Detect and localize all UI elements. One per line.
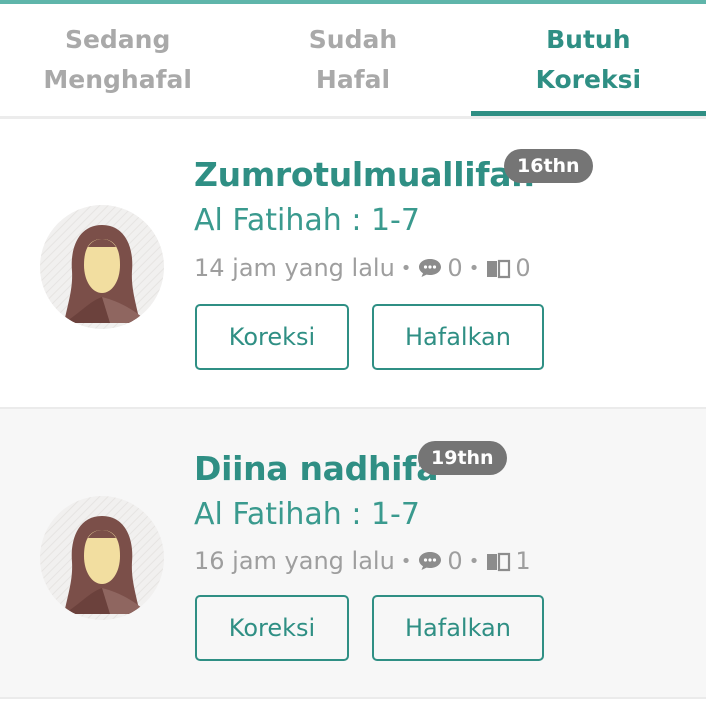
separator-dot: • bbox=[468, 257, 480, 279]
hijab-avatar-icon bbox=[40, 496, 164, 620]
comment-icon bbox=[419, 259, 442, 277]
list-divider bbox=[0, 697, 706, 699]
student-name[interactable]: Diina nadhifa bbox=[194, 449, 438, 488]
separator-dot: • bbox=[468, 550, 480, 572]
separator-dot: • bbox=[400, 257, 412, 279]
entry-meta: 16 jam yang lalu • 0 • 1 bbox=[194, 547, 531, 575]
hafalkan-button[interactable]: Hafalkan bbox=[372, 595, 544, 661]
koreksi-button[interactable]: Koreksi bbox=[195, 304, 349, 370]
tab-label: Sedang Menghafal bbox=[43, 25, 192, 94]
age-badge: 16thn bbox=[504, 149, 593, 183]
timestamp: 14 jam yang lalu bbox=[194, 254, 395, 282]
surah-range: Al Fatihah : 1-7 bbox=[194, 203, 420, 238]
tab-label: Butuh Koreksi bbox=[535, 25, 642, 94]
comment-icon bbox=[419, 552, 442, 570]
tab-label: Sudah Hafal bbox=[308, 25, 398, 94]
comment-count: 0 bbox=[447, 254, 463, 282]
separator-dot: • bbox=[400, 550, 412, 572]
book-icon bbox=[487, 552, 511, 572]
comment-count: 0 bbox=[447, 547, 463, 575]
tab-butuh-koreksi[interactable]: Butuh Koreksi bbox=[470, 4, 706, 116]
tab-sudah-hafal[interactable]: Sudah Hafal bbox=[235, 4, 470, 116]
read-count: 1 bbox=[515, 547, 531, 575]
koreksi-button[interactable]: Koreksi bbox=[195, 595, 349, 661]
book-icon bbox=[487, 259, 511, 279]
surah-range: Al Fatihah : 1-7 bbox=[194, 497, 420, 532]
list-item[interactable]: Diina nadhifa 19thn Al Fatihah : 1-7 16 … bbox=[0, 409, 706, 697]
tab-sedang-menghafal[interactable]: Sedang Menghafal bbox=[0, 4, 235, 116]
age-badge: 19thn bbox=[418, 441, 507, 475]
student-name[interactable]: Zumrotulmuallifah bbox=[194, 155, 535, 194]
hafalkan-button[interactable]: Hafalkan bbox=[372, 304, 544, 370]
entry-meta: 14 jam yang lalu • 0 • 0 bbox=[194, 254, 531, 282]
tab-bar: Sedang Menghafal Sudah Hafal Butuh Korek… bbox=[0, 4, 706, 116]
hijab-avatar-icon bbox=[40, 205, 164, 329]
timestamp: 16 jam yang lalu bbox=[194, 547, 395, 575]
list-item[interactable]: Zumrotulmuallifah 16thn Al Fatihah : 1-7… bbox=[0, 119, 706, 407]
read-count: 0 bbox=[515, 254, 531, 282]
